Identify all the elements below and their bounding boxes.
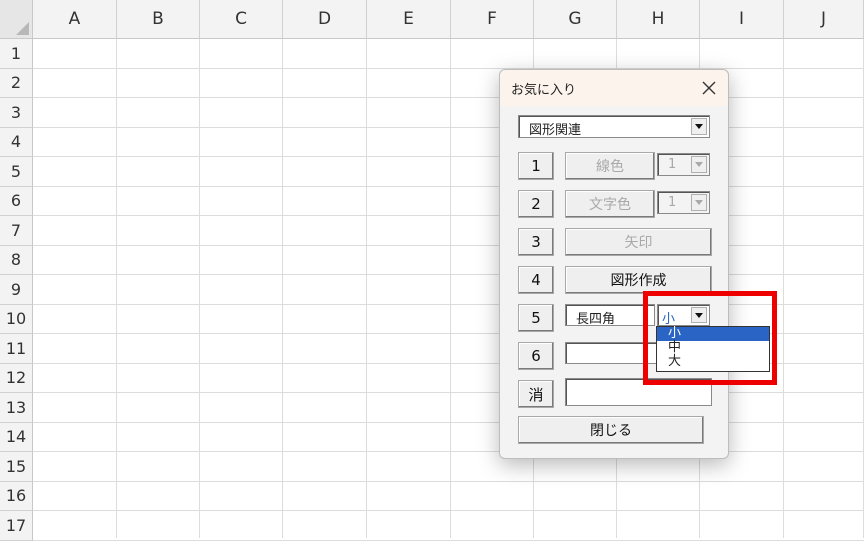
grid-line (33, 156, 864, 157)
line-color-select[interactable]: 1 (657, 153, 710, 176)
column-header-h[interactable]: H (617, 0, 700, 39)
text-color-select[interactable]: 1 (657, 191, 710, 214)
dialog-title: お気に入り (511, 83, 577, 98)
grid-line (116, 39, 117, 538)
row-header-16[interactable]: 16 (0, 481, 33, 511)
dialog-close-button[interactable]: 閉じる (518, 416, 704, 444)
create-shape-button[interactable]: 図形作成 (565, 266, 712, 294)
favorite-5-button[interactable]: 5 (518, 304, 554, 332)
grid-line (33, 67, 864, 69)
column-header-a[interactable]: A (33, 0, 117, 39)
grid-line (33, 392, 864, 393)
row-header-5[interactable]: 5 (0, 157, 33, 187)
grid-line (33, 244, 864, 246)
favorites-dialog: お気に入り 図形関連 1 線色 1 2 文字色 1 3 矢印 4 図形作成 5 (499, 69, 729, 459)
favorite-2-button[interactable]: 2 (518, 190, 554, 218)
grid-line (366, 39, 367, 538)
row-header-15[interactable]: 15 (0, 452, 33, 482)
clear-button[interactable]: 消 (518, 380, 554, 408)
highlight-box (643, 291, 777, 385)
row-header-1[interactable]: 1 (0, 39, 33, 69)
grid-line (33, 421, 864, 423)
close-icon (702, 81, 716, 95)
chevron-down-icon[interactable] (691, 194, 707, 211)
grid-line (33, 480, 864, 482)
row-header-2[interactable]: 2 (0, 68, 33, 98)
row-header-10[interactable]: 10 (0, 304, 33, 334)
row-header-11[interactable]: 11 (0, 334, 33, 364)
chevron-down-icon[interactable] (691, 156, 707, 173)
grid-line (33, 274, 864, 275)
grid-line (33, 185, 864, 187)
text-color-button[interactable]: 文字色 (565, 190, 655, 218)
row-header-14[interactable]: 14 (0, 422, 33, 452)
row-header-3[interactable]: 3 (0, 98, 33, 128)
category-select-value: 図形関連 (529, 123, 582, 138)
favorite-3-button[interactable]: 3 (518, 228, 554, 256)
row-header-8[interactable]: 8 (0, 245, 33, 275)
grid-line (33, 97, 864, 98)
dialog-titlebar[interactable]: お気に入り (500, 70, 728, 106)
favorite-6-button[interactable]: 6 (518, 342, 554, 370)
category-select[interactable]: 図形関連 (518, 115, 710, 138)
chevron-down-icon[interactable] (691, 118, 707, 135)
shape-select-value: 長四角 (576, 312, 616, 327)
grid-line (199, 39, 200, 538)
row-header-4[interactable]: 4 (0, 127, 33, 157)
line-color-button[interactable]: 線色 (565, 152, 655, 180)
grid-line (33, 539, 864, 541)
arrow-button[interactable]: 矢印 (565, 228, 712, 256)
grid-line (450, 39, 451, 538)
column-header-i[interactable]: I (700, 0, 784, 39)
select-all-corner[interactable] (0, 0, 33, 39)
row-header-17[interactable]: 17 (0, 511, 33, 541)
favorite-4-button[interactable]: 4 (518, 266, 554, 294)
spreadsheet-grid[interactable]: A B C D E F G H I J 1 2 3 4 5 6 7 8 9 10 11 12 13 14 15 16 17 (0, 0, 864, 541)
column-header-g[interactable]: G (534, 0, 617, 39)
row-header-6[interactable]: 6 (0, 186, 33, 216)
column-header-c[interactable]: C (200, 0, 283, 39)
row-header-13[interactable]: 13 (0, 393, 33, 423)
close-button[interactable] (692, 72, 726, 104)
column-header-f[interactable]: F (451, 0, 534, 39)
grid-line (783, 39, 784, 538)
column-header-e[interactable]: E (367, 0, 451, 39)
grid-line (33, 451, 864, 452)
text-color-value: 1 (668, 195, 677, 210)
column-header-j[interactable]: J (784, 0, 864, 39)
row-header-12[interactable]: 12 (0, 363, 33, 393)
column-header-d[interactable]: D (283, 0, 367, 39)
grid-line (33, 215, 864, 216)
grid-line (33, 126, 864, 128)
line-color-value: 1 (668, 157, 677, 172)
grid-line (282, 39, 283, 538)
favorite-1-button[interactable]: 1 (518, 152, 554, 180)
column-header-b[interactable]: B (117, 0, 200, 39)
shape-select[interactable]: 長四角 (565, 304, 655, 327)
row-header-7[interactable]: 7 (0, 216, 33, 246)
row-header-9[interactable]: 9 (0, 275, 33, 305)
grid-line (33, 510, 864, 511)
